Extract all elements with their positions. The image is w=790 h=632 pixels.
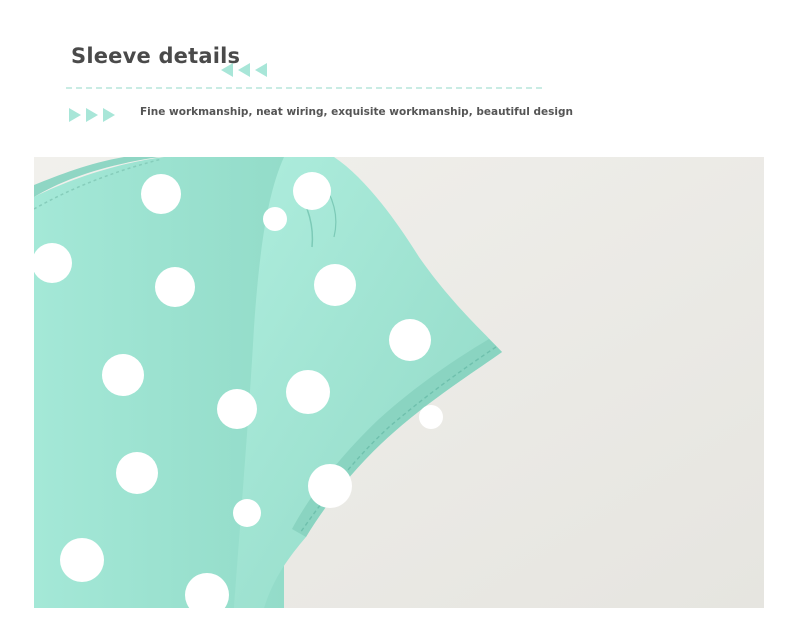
left-arrows-icon bbox=[221, 63, 267, 77]
section-subtitle: Fine workmanship, neat wiring, exquisite… bbox=[140, 106, 573, 118]
right-arrows-icon bbox=[69, 108, 115, 122]
sleeve-closeup-image bbox=[34, 157, 764, 608]
dashed-divider bbox=[66, 87, 542, 89]
product-detail-header: Sleeve details Fine workmanship, neat wi… bbox=[0, 0, 790, 150]
section-title: Sleeve details bbox=[71, 44, 241, 68]
product-photo bbox=[34, 157, 764, 608]
